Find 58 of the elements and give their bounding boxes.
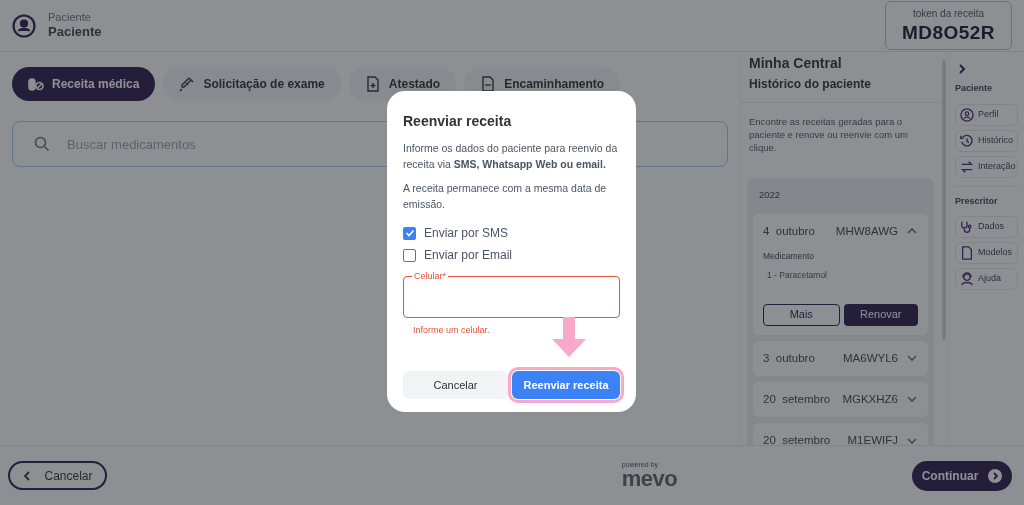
medication-heading: Medicamento: [763, 250, 816, 263]
tab[interactable]: Receita médica: [12, 67, 156, 101]
more-button[interactable]: Mais: [763, 303, 840, 326]
user-icon: [960, 107, 974, 122]
support-agent-icon: [960, 272, 974, 286]
cancel-button[interactable]: Cancelar: [8, 461, 107, 490]
arrow-down-icon: [552, 317, 586, 357]
pills-icon: [28, 76, 44, 92]
checkbox-label: Enviar por SMS: [424, 225, 509, 242]
nav-item[interactable]: Perfil: [955, 103, 1018, 126]
history-icon: [960, 133, 974, 148]
stethoscope-icon: [960, 220, 974, 234]
field-label: Celular*: [413, 272, 447, 281]
document-icon: [960, 246, 974, 260]
panel-title: Minha Central: [749, 55, 843, 73]
panel-description: Encontre as receitas geradas para o paciente e renove ou reenvie com um clique.: [748, 114, 909, 154]
document-plus-icon: [364, 76, 381, 92]
panel-subtitle: Histórico do paciente: [749, 76, 873, 92]
arrow-circle-icon: [988, 468, 1003, 483]
year-label: 2022: [758, 187, 782, 202]
user-circle-icon: [12, 13, 36, 38]
checkbox-label: Enviar por Email: [424, 247, 513, 264]
header-label: Paciente: [48, 10, 92, 25]
renew-button[interactable]: Renovar: [843, 303, 918, 326]
patient-name: Paciente: [48, 24, 102, 41]
nav-item[interactable]: Histórico: [955, 129, 1018, 152]
field-error: Informe um celular.: [413, 324, 491, 337]
dialog-note: A receita permanece com a mesma data de emissão.: [403, 181, 608, 212]
entry-date: 20 setembro: [763, 391, 831, 407]
search-icon: [34, 136, 50, 152]
phone-field[interactable]: Celular*: [403, 272, 620, 318]
entry-token: MHW8AWG: [835, 223, 898, 239]
entry-token: MGKXHZ6: [842, 391, 898, 407]
logo-wordmark: mevo: [621, 468, 678, 490]
continue-button[interactable]: Continuar: [912, 460, 1012, 491]
dialog-cancel-button[interactable]: Cancelar: [403, 371, 508, 399]
medication-item: 1 - Paracetamol: [766, 268, 828, 282]
checkbox[interactable]: [403, 248, 416, 262]
token-label: token da receita: [912, 7, 985, 22]
entry-token: M1EWIFJ: [847, 433, 898, 445]
entry-date: 20 setembro: [763, 433, 831, 445]
token-value: MD8O52R: [901, 21, 995, 45]
nav-item[interactable]: Ajuda: [955, 268, 1018, 290]
entry-date: 3 outubro: [763, 350, 815, 366]
swap-arrows-icon: [960, 159, 974, 174]
syringe-icon: [179, 76, 196, 92]
chevron-left-icon: [22, 470, 33, 481]
entry-date: 4 outubro: [763, 223, 815, 239]
nav-section-heading: Prescritor: [955, 194, 999, 208]
nav-item[interactable]: Dados: [955, 216, 1018, 238]
checkbox[interactable]: [403, 226, 416, 240]
nav-section-heading: Paciente: [955, 82, 994, 95]
nav-item[interactable]: Modelos: [955, 242, 1018, 264]
entry-token: MA6WYL6: [843, 350, 898, 366]
nav-item[interactable]: Interação: [955, 155, 1018, 178]
expand-chevron-icon[interactable]: [957, 64, 967, 74]
document-icon: [480, 76, 497, 92]
tab[interactable]: Solicitação de exame: [163, 67, 341, 101]
